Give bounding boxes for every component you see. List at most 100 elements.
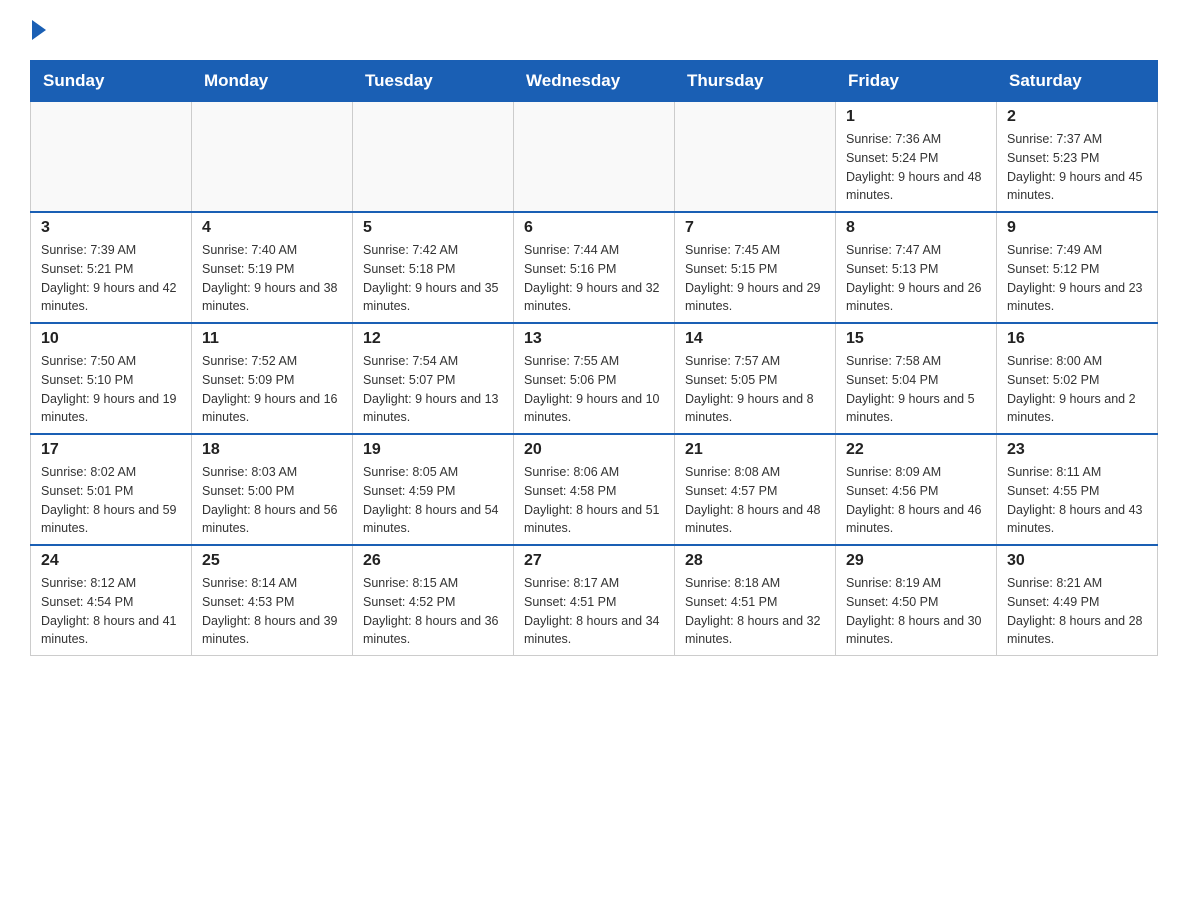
day-info: Sunrise: 7:52 AM Sunset: 5:09 PM Dayligh… (202, 352, 342, 427)
calendar-week-row: 24 Sunrise: 8:12 AM Sunset: 4:54 PM Dayli… (31, 545, 1158, 656)
calendar-cell (31, 102, 192, 213)
day-number: 28 (685, 552, 825, 570)
day-number: 1 (846, 108, 986, 126)
calendar-cell: 24 Sunrise: 8:12 AM Sunset: 4:54 PM Dayli… (31, 545, 192, 656)
calendar-cell: 10 Sunrise: 7:50 AM Sunset: 5:10 PM Dayli… (31, 323, 192, 434)
weekday-header-friday: Friday (836, 61, 997, 102)
calendar-cell: 27 Sunrise: 8:17 AM Sunset: 4:51 PM Dayli… (514, 545, 675, 656)
day-info: Sunrise: 7:49 AM Sunset: 5:12 PM Dayligh… (1007, 241, 1147, 316)
calendar-cell: 18Sunrise: 8:03 AM Sunset: 5:00 PM Dayli… (192, 434, 353, 545)
day-info: Sunrise: 7:36 AM Sunset: 5:24 PM Dayligh… (846, 130, 986, 205)
calendar-cell (675, 102, 836, 213)
day-number: 26 (363, 552, 503, 570)
day-number: 2 (1007, 108, 1147, 126)
day-info: Sunrise: 8:05 AM Sunset: 4:59 PM Dayligh… (363, 463, 503, 538)
day-info: Sunrise: 7:50 AM Sunset: 5:10 PM Dayligh… (41, 352, 181, 427)
calendar-cell: 3 Sunrise: 7:39 AM Sunset: 5:21 PM Daylig… (31, 212, 192, 323)
day-number: 19 (363, 441, 503, 459)
day-number: 27 (524, 552, 664, 570)
weekday-header-monday: Monday (192, 61, 353, 102)
day-number: 9 (1007, 219, 1147, 237)
calendar-week-row: 3 Sunrise: 7:39 AM Sunset: 5:21 PM Daylig… (31, 212, 1158, 323)
day-info: Sunrise: 7:54 AM Sunset: 5:07 PM Dayligh… (363, 352, 503, 427)
calendar-cell: 8 Sunrise: 7:47 AM Sunset: 5:13 PM Daylig… (836, 212, 997, 323)
calendar-week-row: 10 Sunrise: 7:50 AM Sunset: 5:10 PM Dayli… (31, 323, 1158, 434)
day-info: Sunrise: 7:45 AM Sunset: 5:15 PM Dayligh… (685, 241, 825, 316)
day-number: 7 (685, 219, 825, 237)
day-number: 3 (41, 219, 181, 237)
calendar-cell: 4 Sunrise: 7:40 AM Sunset: 5:19 PM Daylig… (192, 212, 353, 323)
calendar-cell: 20 Sunrise: 8:06 AM Sunset: 4:58 PM Dayli… (514, 434, 675, 545)
day-number: 24 (41, 552, 181, 570)
calendar-cell (353, 102, 514, 213)
calendar-cell: 9 Sunrise: 7:49 AM Sunset: 5:12 PM Daylig… (997, 212, 1158, 323)
page-header (30, 20, 1158, 40)
day-info: Sunrise: 7:42 AM Sunset: 5:18 PM Dayligh… (363, 241, 503, 316)
day-info: Sunrise: 7:40 AM Sunset: 5:19 PM Dayligh… (202, 241, 342, 316)
day-number: 20 (524, 441, 664, 459)
day-info: Sunrise: 8:09 AM Sunset: 4:56 PM Dayligh… (846, 463, 986, 538)
day-info: Sunrise: 8:11 AM Sunset: 4:55 PM Dayligh… (1007, 463, 1147, 538)
day-info: Sunrise: 7:55 AM Sunset: 5:06 PM Dayligh… (524, 352, 664, 427)
day-number: 23 (1007, 441, 1147, 459)
weekday-header-wednesday: Wednesday (514, 61, 675, 102)
day-info: Sunrise: 8:12 AM Sunset: 4:54 PM Dayligh… (41, 574, 181, 649)
calendar-cell (514, 102, 675, 213)
calendar-week-row: 17 Sunrise: 8:02 AM Sunset: 5:01 PM Dayli… (31, 434, 1158, 545)
day-info: Sunrise: 7:47 AM Sunset: 5:13 PM Dayligh… (846, 241, 986, 316)
calendar-cell: 25 Sunrise: 8:14 AM Sunset: 4:53 PM Dayli… (192, 545, 353, 656)
day-info: Sunrise: 8:14 AM Sunset: 4:53 PM Dayligh… (202, 574, 342, 649)
calendar-week-row: 1 Sunrise: 7:36 AM Sunset: 5:24 PM Daylig… (31, 102, 1158, 213)
day-number: 10 (41, 330, 181, 348)
day-number: 15 (846, 330, 986, 348)
day-number: 14 (685, 330, 825, 348)
calendar-cell: 19 Sunrise: 8:05 AM Sunset: 4:59 PM Dayli… (353, 434, 514, 545)
calendar-cell: 17 Sunrise: 8:02 AM Sunset: 5:01 PM Dayli… (31, 434, 192, 545)
day-info: Sunrise: 8:02 AM Sunset: 5:01 PM Dayligh… (41, 463, 181, 538)
day-number: 13 (524, 330, 664, 348)
day-info: Sunrise: 8:15 AM Sunset: 4:52 PM Dayligh… (363, 574, 503, 649)
day-number: 30 (1007, 552, 1147, 570)
calendar-cell: 14Sunrise: 7:57 AM Sunset: 5:05 PM Dayli… (675, 323, 836, 434)
calendar-cell: 22 Sunrise: 8:09 AM Sunset: 4:56 PM Dayli… (836, 434, 997, 545)
day-info: Sunrise: 7:44 AM Sunset: 5:16 PM Dayligh… (524, 241, 664, 316)
day-info: Sunrise: 8:21 AM Sunset: 4:49 PM Dayligh… (1007, 574, 1147, 649)
day-number: 29 (846, 552, 986, 570)
calendar-cell: 23 Sunrise: 8:11 AM Sunset: 4:55 PM Dayli… (997, 434, 1158, 545)
day-info: Sunrise: 7:39 AM Sunset: 5:21 PM Dayligh… (41, 241, 181, 316)
day-info: Sunrise: 7:37 AM Sunset: 5:23 PM Dayligh… (1007, 130, 1147, 205)
day-number: 25 (202, 552, 342, 570)
logo (30, 20, 46, 40)
day-number: 16 (1007, 330, 1147, 348)
calendar-table: SundayMondayTuesdayWednesdayThursdayFrid… (30, 60, 1158, 656)
day-info: Sunrise: 8:08 AM Sunset: 4:57 PM Dayligh… (685, 463, 825, 538)
calendar-cell: 21Sunrise: 8:08 AM Sunset: 4:57 PM Dayli… (675, 434, 836, 545)
day-number: 17 (41, 441, 181, 459)
weekday-header-sunday: Sunday (31, 61, 192, 102)
calendar-cell: 5Sunrise: 7:42 AM Sunset: 5:18 PM Daylig… (353, 212, 514, 323)
day-info: Sunrise: 8:18 AM Sunset: 4:51 PM Dayligh… (685, 574, 825, 649)
day-number: 12 (363, 330, 503, 348)
calendar-cell: 2 Sunrise: 7:37 AM Sunset: 5:23 PM Daylig… (997, 102, 1158, 213)
day-info: Sunrise: 8:19 AM Sunset: 4:50 PM Dayligh… (846, 574, 986, 649)
calendar-cell: 11 Sunrise: 7:52 AM Sunset: 5:09 PM Dayli… (192, 323, 353, 434)
calendar-cell: 13 Sunrise: 7:55 AM Sunset: 5:06 PM Dayli… (514, 323, 675, 434)
day-number: 4 (202, 219, 342, 237)
calendar-cell: 30 Sunrise: 8:21 AM Sunset: 4:49 PM Dayli… (997, 545, 1158, 656)
calendar-cell: 29 Sunrise: 8:19 AM Sunset: 4:50 PM Dayli… (836, 545, 997, 656)
day-number: 22 (846, 441, 986, 459)
day-number: 18 (202, 441, 342, 459)
calendar-cell: 12 Sunrise: 7:54 AM Sunset: 5:07 PM Dayli… (353, 323, 514, 434)
weekday-header-saturday: Saturday (997, 61, 1158, 102)
calendar-cell: 7 Sunrise: 7:45 AM Sunset: 5:15 PM Daylig… (675, 212, 836, 323)
calendar-cell: 16Sunrise: 8:00 AM Sunset: 5:02 PM Dayli… (997, 323, 1158, 434)
day-number: 8 (846, 219, 986, 237)
day-number: 11 (202, 330, 342, 348)
calendar-cell: 28 Sunrise: 8:18 AM Sunset: 4:51 PM Dayli… (675, 545, 836, 656)
day-info: Sunrise: 7:58 AM Sunset: 5:04 PM Dayligh… (846, 352, 986, 427)
day-info: Sunrise: 8:17 AM Sunset: 4:51 PM Dayligh… (524, 574, 664, 649)
calendar-cell: 1 Sunrise: 7:36 AM Sunset: 5:24 PM Daylig… (836, 102, 997, 213)
logo-arrow-icon (32, 20, 46, 40)
calendar-header-row: SundayMondayTuesdayWednesdayThursdayFrid… (31, 61, 1158, 102)
day-info: Sunrise: 8:06 AM Sunset: 4:58 PM Dayligh… (524, 463, 664, 538)
